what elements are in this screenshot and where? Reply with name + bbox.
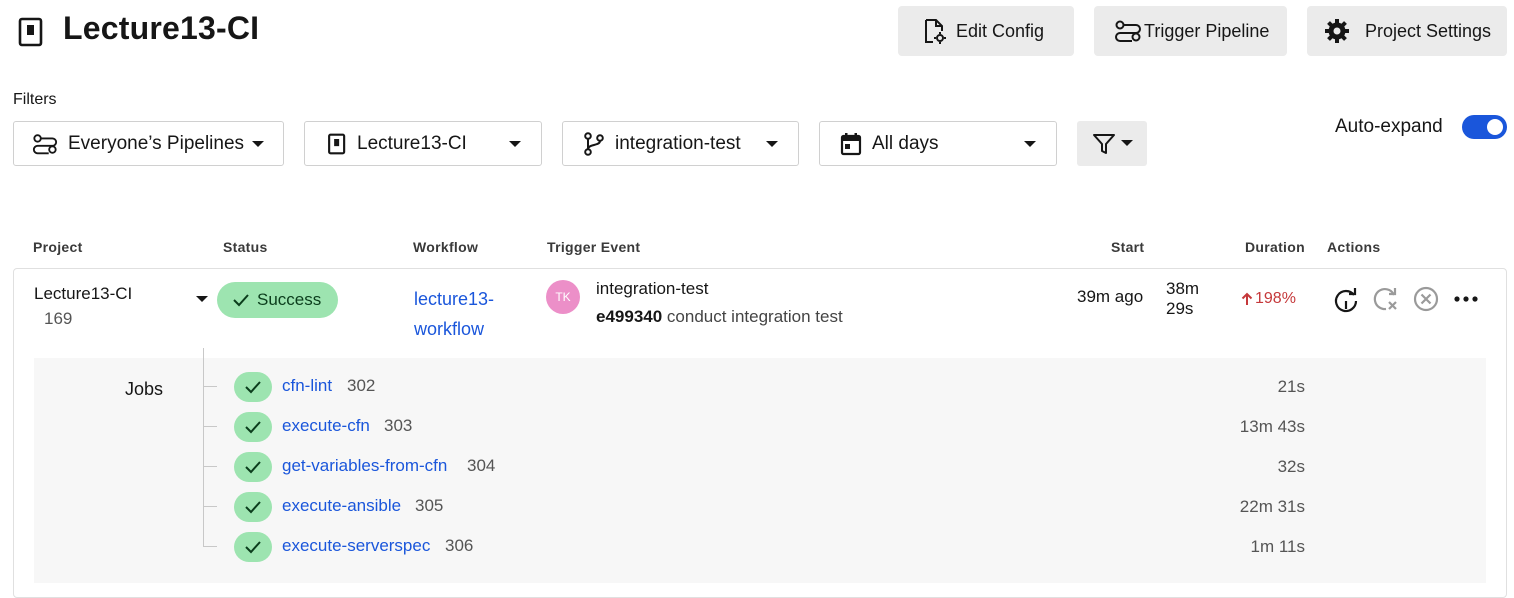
project-icon [327, 132, 347, 156]
duration-seconds: 29s [1166, 299, 1194, 318]
column-header-trigger-event: Trigger Event [547, 239, 641, 255]
job-number: 303 [384, 416, 413, 435]
project-filter-dropdown[interactable]: Lecture13-CI [304, 121, 542, 166]
start-time: 39m ago [1077, 287, 1144, 306]
tree-branch-line [203, 426, 217, 427]
commit-sha[interactable]: e499340 [596, 307, 662, 326]
tree-branch-line [203, 506, 217, 507]
job-success-icon [234, 412, 272, 442]
duration-change-value: 198% [1255, 290, 1296, 307]
job-number: 306 [445, 536, 474, 555]
project-settings-label: Project Settings [1365, 20, 1492, 41]
branch-filter-value: integration-test [615, 132, 741, 154]
chevron-down-icon [1121, 140, 1133, 146]
auto-expand-toggle[interactable] [1462, 115, 1507, 139]
job-number: 302 [347, 376, 376, 395]
config-file-icon [920, 17, 948, 45]
date-filter-value: All days [872, 132, 939, 154]
column-header-workflow: Workflow [413, 239, 479, 255]
status-badge-label: Success [257, 290, 322, 309]
trigger-branch: integration-test [596, 279, 709, 298]
rerun-failed-icon[interactable] [1372, 285, 1400, 313]
job-number: 304 [467, 456, 496, 475]
job-duration: 21s [1277, 377, 1305, 396]
duration-minutes: 38m [1166, 279, 1200, 298]
job-success-icon [234, 492, 272, 522]
chevron-down-icon [252, 140, 265, 147]
avatar: TK [546, 280, 580, 314]
more-filters-button[interactable] [1077, 121, 1147, 166]
chevron-down-icon [509, 141, 521, 147]
branch-icon [583, 131, 605, 156]
row-project-name: Lecture13-CI [34, 284, 133, 303]
chevron-down-icon [1024, 141, 1036, 147]
status-badge: Success [217, 282, 338, 318]
date-filter-dropdown[interactable]: All days [819, 121, 1057, 166]
page-title: Lecture13-CI [63, 10, 260, 46]
auto-expand-label: Auto-expand [1335, 116, 1443, 137]
calendar-icon [840, 132, 862, 156]
filters-label: Filters [13, 91, 57, 108]
pipelines-filter-value: Everyone’s Pipelines [68, 132, 245, 154]
job-success-icon [234, 532, 272, 562]
trigger-pipeline-label: Trigger Pipeline [1144, 20, 1270, 41]
tree-branch-line [203, 466, 217, 467]
duration-change: 198% [1241, 290, 1296, 308]
row-pipeline-number: 169 [44, 309, 73, 328]
jobs-tree-line [203, 348, 204, 547]
tree-branch-line [203, 546, 217, 547]
job-duration: 1m 11s [1250, 537, 1306, 556]
commit-message: conduct integration test [666, 307, 843, 326]
column-header-start: Start [1111, 239, 1145, 255]
trigger-pipeline-button[interactable]: Trigger Pipeline [1094, 6, 1287, 56]
jobs-label: Jobs [125, 379, 164, 399]
job-success-icon [234, 372, 272, 402]
pipeline-icon [1114, 17, 1142, 45]
gear-icon [1323, 17, 1351, 45]
job-link[interactable]: get-variables-from-cfn [282, 456, 447, 476]
job-link[interactable]: execute-serverspec [282, 536, 430, 556]
column-header-project: Project [33, 239, 83, 255]
column-header-status: Status [223, 239, 268, 255]
edit-config-button[interactable]: Edit Config [898, 6, 1074, 56]
column-header-duration: Duration [1245, 239, 1305, 255]
rerun-icon[interactable] [1332, 285, 1360, 313]
workflow-link[interactable]: lecture13-workflow [414, 284, 514, 344]
arrow-up-icon [1241, 292, 1253, 305]
chevron-down-icon [766, 141, 778, 147]
toggle-knob [1487, 119, 1503, 135]
column-header-actions: Actions [1327, 239, 1381, 255]
job-link[interactable]: execute-ansible [282, 496, 401, 516]
job-link[interactable]: execute-cfn [282, 416, 370, 436]
check-icon [233, 294, 249, 307]
trigger-commit: e499340 conduct integration test [596, 307, 843, 327]
more-options-icon[interactable] [1452, 285, 1480, 313]
job-success-icon [234, 452, 272, 482]
filter-funnel-icon [1091, 131, 1117, 157]
tree-branch-line [203, 386, 217, 387]
pipelines-filter-dropdown[interactable]: Everyone’s Pipelines [13, 121, 284, 166]
cancel-icon[interactable] [1412, 285, 1440, 313]
edit-config-label: Edit Config [956, 20, 1045, 41]
project-icon [17, 16, 45, 48]
job-duration: 22m 31s [1239, 497, 1305, 516]
project-filter-value: Lecture13-CI [357, 132, 467, 154]
job-duration: 32s [1277, 457, 1305, 476]
job-link[interactable]: cfn-lint [282, 376, 332, 396]
branch-filter-dropdown[interactable]: integration-test [562, 121, 799, 166]
project-settings-button[interactable]: Project Settings [1307, 6, 1507, 56]
collapse-row-icon[interactable] [196, 296, 208, 302]
pipeline-icon [32, 131, 58, 157]
job-duration: 13m 43s [1239, 417, 1305, 436]
job-number: 305 [415, 496, 444, 515]
